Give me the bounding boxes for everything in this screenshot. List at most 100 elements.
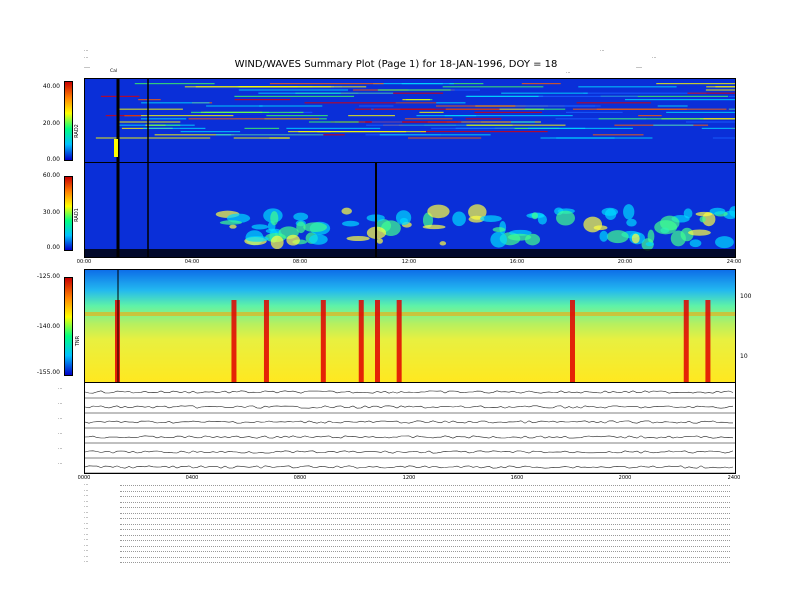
aux-row-label: … <box>58 401 63 406</box>
rad2-stripe <box>317 131 427 133</box>
rad1-burst-blob <box>342 220 360 227</box>
rad2-stripe <box>118 121 181 123</box>
rad2-ytick-bottom: 0.00 <box>46 156 60 163</box>
rad2-stripe <box>420 131 548 133</box>
footer-setting-line: … <box>84 526 89 531</box>
footer-dotted-rule <box>120 490 730 492</box>
rad2-stripe <box>180 131 241 133</box>
rad1-burst-blob <box>670 230 686 247</box>
rad2-stripe <box>466 124 566 126</box>
rad2-stripe <box>100 95 140 97</box>
rad-xtick-1: 04:00 <box>184 259 200 265</box>
rad2-stripe <box>215 134 324 136</box>
footer-dotted-rule <box>120 523 730 525</box>
rad1-burst-blob <box>623 204 635 220</box>
rad2-stripe <box>565 111 623 113</box>
rad1-burst-blob <box>270 235 284 250</box>
rad2-stripe <box>466 95 544 97</box>
tnr-axis-label: TNR <box>75 335 82 347</box>
aux-trace-line <box>85 465 734 469</box>
rad1-ytick-mid: 30.00 <box>42 209 60 216</box>
rad2-stripe <box>576 102 651 104</box>
rad1-burst-blob <box>531 212 539 220</box>
tnr-ytick-bottom: -155.00 <box>36 369 60 376</box>
aux-row-label: … <box>58 386 63 391</box>
rad2-stripe <box>143 127 206 129</box>
rad2-stripe <box>304 102 437 104</box>
rad2-stripe <box>379 134 491 136</box>
rad2-stripe <box>524 108 566 110</box>
rad2-stripe <box>238 89 349 91</box>
rad1-burst-blob <box>341 207 352 215</box>
footer-setting-line: … <box>84 520 89 526</box>
rad2-stripe <box>701 127 735 129</box>
rad-xtick-2: 08:00 <box>292 259 308 265</box>
rad2-stripe <box>501 92 588 94</box>
footer-dotted-rule <box>120 562 730 563</box>
rad2-stripe <box>699 118 735 120</box>
rad2-stripe <box>525 105 601 107</box>
rad2-stripe <box>138 99 161 101</box>
rad1-burst-blob <box>395 210 412 226</box>
rad1-burst-blob <box>606 230 629 244</box>
rad2-stripe <box>259 105 323 107</box>
rad2-stripe <box>308 121 359 123</box>
rad-xtick-6: 24:00 <box>726 259 742 265</box>
rad2-stripe <box>728 95 735 97</box>
rad1-burst-blob <box>631 233 640 244</box>
rad2-stripe <box>401 83 443 85</box>
aux-row-label: … <box>58 431 63 436</box>
rad2-stripe <box>134 83 215 85</box>
rad2-stripe <box>404 118 453 120</box>
rad2-stripe <box>449 83 484 85</box>
rad2-stripe <box>191 111 270 113</box>
rad2-stripe <box>598 118 704 120</box>
footer-dotted-rule <box>120 540 730 541</box>
aux-traces-svg <box>85 390 735 473</box>
rad1-burst-blob <box>689 239 702 248</box>
rad2-ytick-mid: 20.00 <box>42 120 60 127</box>
rad1-burst-blob <box>492 227 506 233</box>
tnr-right-tick-100: 100 <box>740 293 752 300</box>
aux-xtick-5: 2000 <box>618 475 632 481</box>
footer-dotted-rule <box>120 485 730 486</box>
rad1-burst-blob <box>251 224 269 230</box>
rad2-stripe <box>149 124 181 126</box>
rad1-burst-blob <box>645 242 654 247</box>
rad1-burst-blob <box>229 224 237 229</box>
footer-setting-line: … <box>84 498 89 504</box>
header-right-line1: … <box>600 48 605 53</box>
tnr-burst <box>320 300 326 382</box>
aux-traces-panel <box>84 382 736 474</box>
footer-dotted-rule <box>120 501 730 503</box>
rad2-stripe <box>624 99 735 101</box>
rad2-stripe <box>540 137 653 139</box>
rad2-stripe <box>528 127 633 129</box>
rad1-burst-blob <box>556 210 576 226</box>
rad2-stripe <box>521 83 561 85</box>
footer-setting-line: … <box>84 531 89 537</box>
rad2-stripe <box>638 115 662 117</box>
tnr-right-tick-10: 10 <box>740 353 748 360</box>
tnr-burst <box>570 300 575 382</box>
rad2-stripe <box>95 137 211 139</box>
rad2-stripe <box>657 105 688 107</box>
tnr-ytick-mid: -140.00 <box>36 323 60 330</box>
rad2-stripe <box>359 105 394 107</box>
footer-setting-line: … <box>84 509 89 515</box>
rad1-low-band <box>85 249 735 257</box>
rad2-stripe <box>105 115 142 117</box>
tnr-burst <box>396 300 402 382</box>
footer-setting-line: … <box>84 553 89 559</box>
rad1-burst-blob <box>376 238 383 244</box>
rad2-stripe <box>592 134 644 136</box>
aux-xtick-1: 0400 <box>185 475 199 481</box>
rad1-spectrogram <box>84 162 736 258</box>
rad2-stripe <box>366 124 467 126</box>
rad2-stripe <box>206 105 263 107</box>
rad1-spectrogram-svg <box>85 163 735 257</box>
aux-row-label: … <box>58 461 63 466</box>
aux-row-label: … <box>58 446 63 451</box>
rad2-stripe <box>431 127 515 129</box>
aux-trace-line <box>85 420 733 424</box>
